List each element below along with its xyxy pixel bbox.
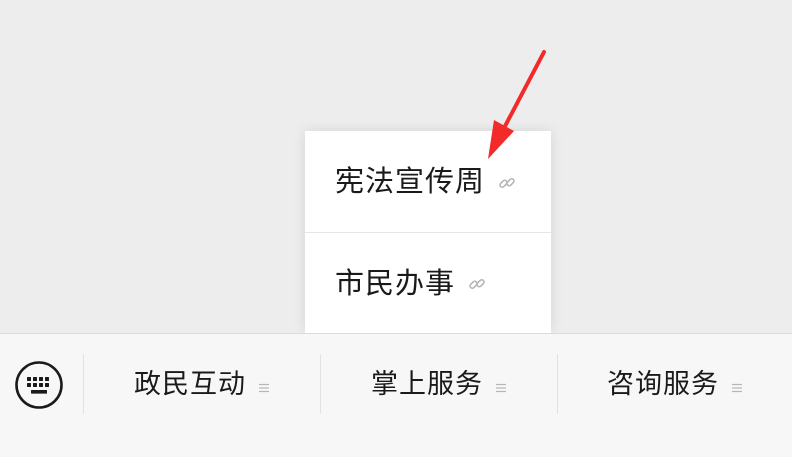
menu-item-consulting-services[interactable]: 咨询服务 (558, 334, 792, 434)
link-icon (497, 173, 517, 193)
submenu-item-constitution-week[interactable]: 宪法宣传周 (305, 131, 551, 232)
bottom-menu-bar: 政民互动 掌上服务 咨询服务 (0, 333, 792, 457)
submenu-item-citizen-services[interactable]: 市民办事 (305, 233, 551, 333)
submenu-lines-icon (495, 379, 507, 393)
submenu-lines-icon (258, 379, 270, 393)
submenu-item-label: 市民办事 (335, 265, 456, 300)
submenu-popup: 宪法宣传周 市民办事 (305, 131, 551, 333)
keyboard-icon (15, 361, 63, 409)
link-icon (467, 274, 487, 294)
menu-item-label: 掌上服务 (371, 368, 483, 400)
menu-item-label: 政民互动 (134, 368, 246, 400)
menu-item-label: 咨询服务 (607, 368, 719, 400)
submenu-lines-icon (731, 379, 743, 393)
menu-item-government-interaction[interactable]: 政民互动 (84, 334, 320, 434)
menu-item-mobile-services[interactable]: 掌上服务 (321, 334, 557, 434)
submenu-item-label: 宪法宣传周 (335, 164, 486, 198)
keyboard-toggle-button[interactable] (14, 360, 64, 410)
